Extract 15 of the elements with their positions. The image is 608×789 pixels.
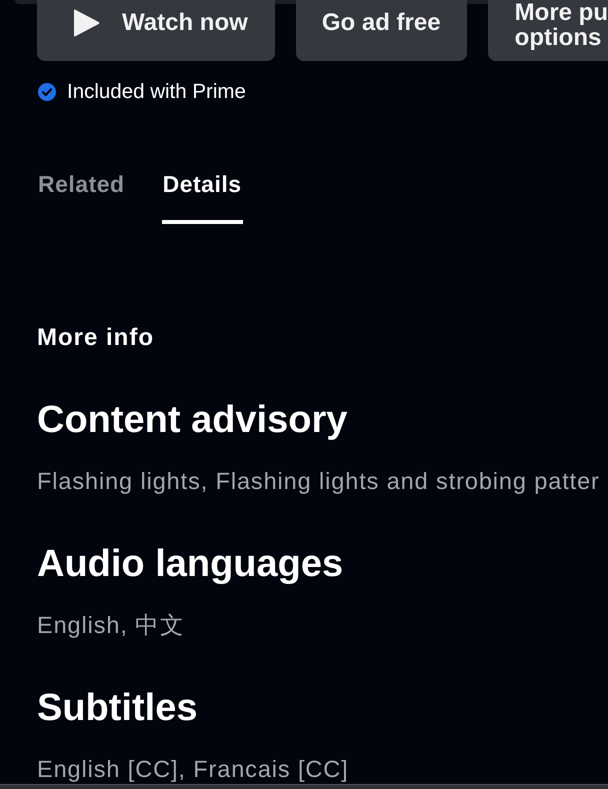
tab[interactable]: Details (162, 170, 243, 224)
check-circle-icon (38, 83, 56, 101)
section-heading: Content advisory (37, 398, 348, 442)
section-text: English [CC], Francais [CC] (37, 755, 349, 784)
prime-status-text: Included with Prime (67, 80, 246, 104)
play-icon (73, 8, 100, 36)
section-text: Flashing lights, Flashing lights and strobing patter (37, 467, 600, 496)
section-text: English, 中文 (37, 611, 186, 640)
purchase-options-button[interactable]: More pu options (488, 0, 608, 61)
section-heading: Subtitles (37, 686, 198, 730)
section-heading: Audio languages (37, 542, 344, 586)
tab[interactable]: Related (37, 170, 126, 224)
ad-free-button[interactable]: Go ad free (296, 0, 467, 61)
more-info-heading: More info (37, 324, 154, 352)
watch-now-button[interactable]: Watch now (37, 0, 275, 61)
